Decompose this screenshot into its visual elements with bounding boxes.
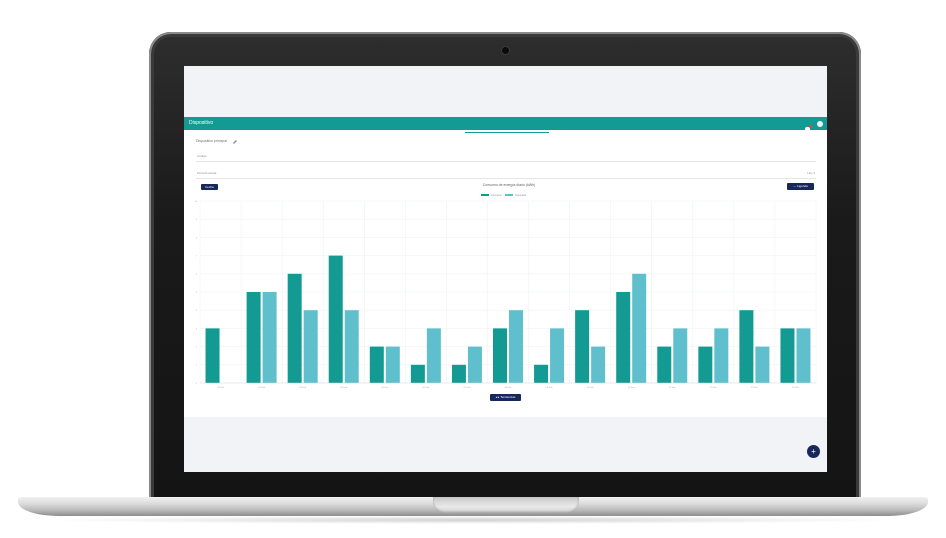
x-tick-label: 08 Feb xyxy=(505,387,513,389)
y-tick-label: 9 xyxy=(196,219,198,221)
laptop-shadow xyxy=(40,516,906,524)
bar-consumo xyxy=(657,346,672,383)
y-tick-label: 10 xyxy=(195,201,198,203)
bar-esperado xyxy=(467,346,482,383)
bar-esperado xyxy=(303,310,318,383)
app-window: Dispositivo Dispositivo principal Código… xyxy=(184,117,827,458)
bar-esperado xyxy=(714,328,729,383)
bar-esperado xyxy=(591,346,606,383)
bar-consumo xyxy=(410,364,425,383)
x-tick-label: 09 Feb xyxy=(546,387,554,389)
laptop-notch xyxy=(433,497,579,513)
laptop-screen: Dispositivo Dispositivo principal Código… xyxy=(184,66,827,472)
y-tick-label: 1 xyxy=(196,365,198,367)
bar-consumo xyxy=(780,328,795,383)
y-tick-label: 7 xyxy=(196,256,198,258)
bar-esperado xyxy=(796,328,811,383)
bar-esperado xyxy=(344,310,359,383)
bar-esperado xyxy=(385,346,400,383)
bar-consumo xyxy=(369,346,384,383)
camera-icon xyxy=(502,47,509,54)
x-tick-label: 15 Feb xyxy=(792,387,800,389)
x-tick-label: 05 Feb xyxy=(381,387,389,389)
x-tick-label: 02 Feb xyxy=(258,387,266,389)
bar-consumo xyxy=(698,346,713,383)
x-tick-label: 01 Feb xyxy=(217,387,225,389)
bar-esperado xyxy=(550,328,565,383)
bar-consumo xyxy=(493,328,507,383)
x-tick-label: 10 Feb xyxy=(587,387,595,389)
bar-consumo xyxy=(739,310,754,383)
bar-esperado xyxy=(509,310,523,383)
bar-consumo xyxy=(205,328,220,383)
y-tick-label: 3 xyxy=(196,328,198,330)
x-tick-label: 13 Feb xyxy=(710,387,718,389)
y-tick-label: 5 xyxy=(196,292,198,294)
trends-button[interactable]: ◂ ▸ Tendencias xyxy=(490,394,521,401)
y-tick-label: 2 xyxy=(196,347,198,349)
bar-esperado xyxy=(632,273,647,383)
bar-consumo xyxy=(287,273,302,383)
bar-consumo xyxy=(451,364,466,383)
x-tick-label: 11 Feb xyxy=(628,387,635,389)
x-tick-label: 04 Feb xyxy=(340,387,348,389)
x-tick-label: 14 Feb xyxy=(751,387,759,389)
bar-esperado xyxy=(673,328,688,383)
bar-chart: 0 1 2 3 4 5 6 7 8 9 10 01 Feb 02 Feb 03 Feb 04 Feb 05 F… xyxy=(195,200,817,389)
x-tick-label: 12 Feb xyxy=(669,387,677,389)
bar-consumo xyxy=(575,310,590,383)
x-tick-label: 06 Feb xyxy=(422,387,430,389)
add-fab-button[interactable]: + xyxy=(807,445,820,458)
y-tick-label: 0 xyxy=(196,383,198,385)
y-tick-label: 6 xyxy=(196,274,198,276)
bar-consumo xyxy=(534,364,549,383)
bar-consumo xyxy=(328,255,343,383)
x-tick-label: 07 Feb xyxy=(464,387,472,389)
y-tick-label: 4 xyxy=(196,310,198,312)
bar-consumo xyxy=(246,292,261,383)
laptop-scene: Dispositivo Dispositivo principal Código… xyxy=(0,0,946,538)
x-tick-label: 03 Feb xyxy=(299,387,307,389)
bar-consumo xyxy=(616,292,631,383)
bar-esperado xyxy=(755,346,770,383)
bar-esperado xyxy=(426,328,441,383)
y-tick-label: 8 xyxy=(196,237,198,239)
bar-esperado xyxy=(262,292,277,383)
